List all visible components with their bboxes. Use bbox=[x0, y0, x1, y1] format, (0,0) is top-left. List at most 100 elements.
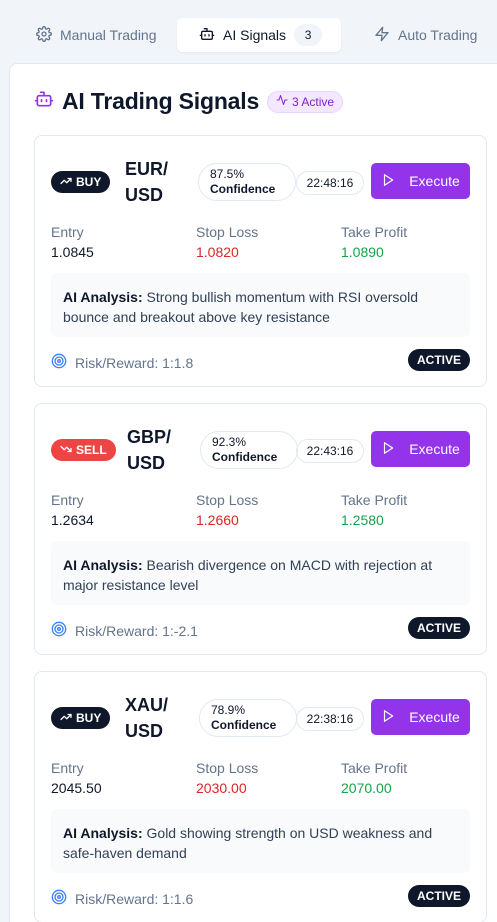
take-profit-metric: Take Profit 2070.00 bbox=[341, 759, 407, 797]
stop-loss-metric: Stop Loss 2030.00 bbox=[196, 759, 258, 797]
currency-pair: XAU/ USD bbox=[125, 692, 185, 744]
signal-side-label: BUY bbox=[76, 175, 102, 189]
confidence-value: 87.5% bbox=[210, 167, 245, 181]
entry-metric: Entry 1.0845 bbox=[51, 223, 94, 261]
trending-up-icon bbox=[60, 175, 72, 190]
activity-icon bbox=[276, 94, 288, 109]
pair-quote: USD bbox=[127, 453, 166, 473]
confidence-badge: 78.9% Confidence bbox=[199, 699, 297, 737]
pair-base: EUR/ bbox=[125, 159, 169, 179]
status-badge: ACTIVE bbox=[408, 617, 470, 639]
play-icon bbox=[381, 173, 395, 190]
tab-ai-signals[interactable]: AI Signals 3 bbox=[177, 18, 341, 52]
page-title: AI Trading Signals bbox=[62, 88, 260, 114]
signal-time: 22:48:16 bbox=[296, 171, 364, 195]
risk-reward-label: Risk/Reward: 1:1.6 bbox=[75, 890, 194, 907]
take-profit-metric: Take Profit 1.0890 bbox=[341, 223, 407, 261]
trending-up-icon bbox=[60, 711, 72, 726]
zap-icon bbox=[374, 26, 390, 45]
analysis-label: AI Analysis: bbox=[63, 825, 143, 841]
tab-label: Auto Trading bbox=[398, 27, 478, 43]
take-profit-value: 1.0890 bbox=[341, 244, 384, 260]
tab-count-badge: 3 bbox=[294, 24, 323, 46]
execute-label: Execute bbox=[409, 709, 460, 725]
execute-button[interactable]: Execute bbox=[371, 431, 470, 467]
stop-loss-label: Stop Loss bbox=[196, 760, 259, 776]
confidence-label: Confidence bbox=[211, 718, 277, 732]
bot-icon bbox=[34, 89, 54, 114]
tab-manual-trading[interactable]: Manual Trading bbox=[24, 18, 169, 52]
confidence-badge: 87.5% Confidence bbox=[198, 163, 296, 201]
risk-reward: Risk/Reward: 1:1.8 bbox=[51, 353, 193, 372]
signals-panel: AI Trading Signals 3 Active BUY EUR/ USD… bbox=[9, 63, 497, 922]
signal-card: BUY XAU/ USD 78.9% Confidence 22:38:16 E… bbox=[34, 671, 487, 922]
confidence-value: 78.9% bbox=[211, 703, 246, 717]
take-profit-label: Take Profit bbox=[341, 492, 408, 508]
entry-value: 1.2634 bbox=[51, 512, 94, 528]
signal-side-label: BUY bbox=[76, 711, 102, 725]
panel-header: AI Trading Signals 3 Active bbox=[34, 88, 344, 115]
entry-value: 1.0845 bbox=[51, 244, 94, 260]
execute-button[interactable]: Execute bbox=[371, 163, 470, 199]
execute-button[interactable]: Execute bbox=[371, 699, 470, 735]
gear-icon bbox=[36, 25, 52, 45]
tab-bar: Manual Trading AI Signals 3 Auto Trading bbox=[0, 0, 497, 62]
ai-analysis: AI Analysis: Gold showing strength on US… bbox=[51, 809, 470, 873]
bot-icon bbox=[199, 26, 215, 45]
confidence-label: Confidence bbox=[212, 450, 278, 464]
currency-pair: EUR/ USD bbox=[125, 156, 185, 208]
analysis-label: AI Analysis: bbox=[63, 289, 143, 305]
trending-down-icon bbox=[60, 443, 72, 458]
stop-loss-label: Stop Loss bbox=[196, 492, 259, 508]
stop-loss-label: Stop Loss bbox=[196, 224, 259, 240]
risk-reward: Risk/Reward: 1:1.6 bbox=[51, 889, 193, 908]
execute-label: Execute bbox=[409, 441, 460, 457]
tab-label: AI Signals bbox=[223, 27, 287, 43]
entry-label: Entry bbox=[51, 492, 84, 508]
signal-time: 22:38:16 bbox=[296, 707, 364, 731]
entry-value: 2045.50 bbox=[51, 780, 102, 796]
execute-label: Execute bbox=[409, 173, 460, 189]
signal-card: BUY EUR/ USD 87.5% Confidence 22:48:16 E… bbox=[34, 135, 487, 387]
play-icon bbox=[381, 709, 395, 726]
status-badge: ACTIVE bbox=[408, 349, 470, 371]
status-badge: ACTIVE bbox=[408, 885, 470, 907]
entry-label: Entry bbox=[51, 760, 84, 776]
stop-loss-value: 1.2660 bbox=[196, 512, 239, 528]
stop-loss-metric: Stop Loss 1.2660 bbox=[196, 491, 258, 529]
signal-side-badge: BUY bbox=[51, 171, 111, 193]
ai-analysis: AI Analysis: Bearish divergence on MACD … bbox=[51, 541, 470, 605]
entry-label: Entry bbox=[51, 224, 84, 240]
risk-reward-label: Risk/Reward: 1:-2.1 bbox=[75, 622, 198, 639]
take-profit-metric: Take Profit 1.2580 bbox=[341, 491, 407, 529]
take-profit-value: 2070.00 bbox=[341, 780, 392, 796]
signal-side-badge: BUY bbox=[51, 707, 111, 729]
stop-loss-value: 1.0820 bbox=[196, 244, 239, 260]
signal-card: SELL GBP/ USD 92.3% Confidence 22:43:16 … bbox=[34, 403, 487, 655]
signal-side-label: SELL bbox=[76, 443, 107, 457]
risk-reward-label: Risk/Reward: 1:1.8 bbox=[75, 354, 194, 371]
take-profit-value: 1.2580 bbox=[341, 512, 384, 528]
confidence-value: 92.3% bbox=[212, 435, 247, 449]
pair-base: XAU/ bbox=[125, 695, 169, 715]
tab-auto-trading[interactable]: Auto Trading bbox=[362, 18, 489, 52]
take-profit-label: Take Profit bbox=[341, 224, 408, 240]
target-icon bbox=[51, 621, 67, 640]
stop-loss-value: 2030.00 bbox=[196, 780, 247, 796]
currency-pair: GBP/ USD bbox=[127, 424, 187, 476]
take-profit-label: Take Profit bbox=[341, 760, 408, 776]
analysis-label: AI Analysis: bbox=[63, 557, 143, 573]
stop-loss-metric: Stop Loss 1.0820 bbox=[196, 223, 258, 261]
pair-base: GBP/ bbox=[127, 427, 172, 447]
signal-time: 22:43:16 bbox=[296, 439, 364, 463]
entry-metric: Entry 1.2634 bbox=[51, 491, 94, 529]
risk-reward: Risk/Reward: 1:-2.1 bbox=[51, 621, 198, 640]
ai-analysis: AI Analysis: Strong bullish momentum wit… bbox=[51, 273, 470, 337]
pair-quote: USD bbox=[125, 185, 164, 205]
confidence-label: Confidence bbox=[210, 182, 276, 196]
target-icon bbox=[51, 353, 67, 372]
active-count-badge: 3 Active bbox=[267, 90, 344, 113]
pair-quote: USD bbox=[125, 721, 164, 741]
tab-label: Manual Trading bbox=[60, 27, 157, 43]
entry-metric: Entry 2045.50 bbox=[51, 759, 102, 797]
